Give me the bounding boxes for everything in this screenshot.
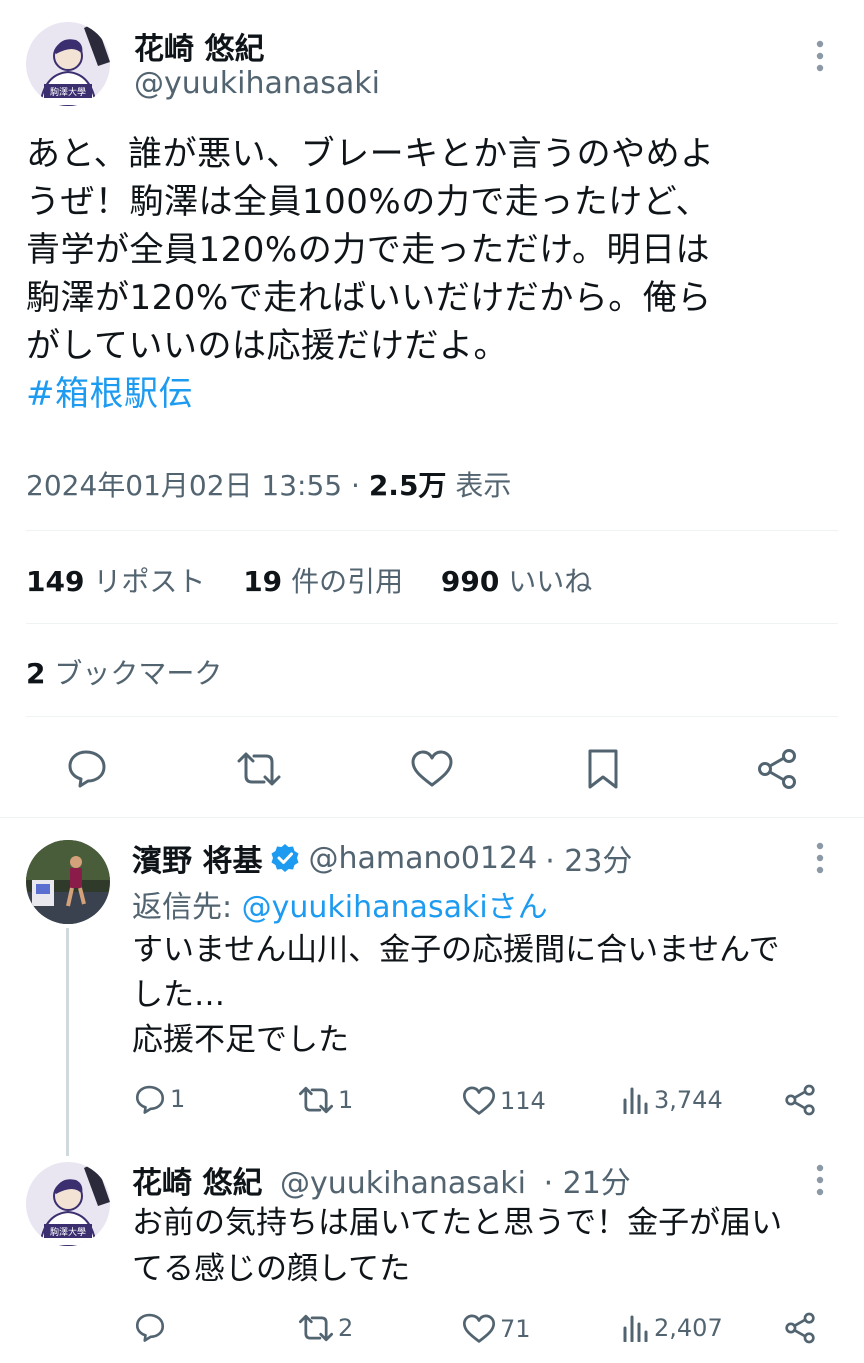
reply-to: 返信先: @yuukihanasakiさん — [132, 882, 548, 926]
tweet-text: あと、誰が悪い、ブレーキとか言うのやめよ うぜ！駒澤は全員100%の力で走ったけ… — [26, 130, 846, 418]
bookmarks-label: ブックマーク — [54, 657, 223, 690]
quotes-label: 件の引用 — [291, 565, 404, 598]
share-icon[interactable] — [784, 1084, 816, 1116]
share-icon[interactable] — [756, 748, 798, 790]
tweet-text-line: 駒澤が120%で走ればいいだけだから。俺ら — [26, 278, 712, 318]
svg-text:駒澤大學: 駒澤大學 — [50, 86, 86, 98]
divider — [26, 716, 838, 717]
more-options-icon[interactable] — [800, 36, 840, 76]
retweet-count: 2 — [338, 1314, 354, 1342]
likes-count: 990 — [440, 565, 500, 598]
reply-icon[interactable] — [66, 748, 108, 788]
likes-stat[interactable]: 990 いいね — [441, 565, 592, 598]
reply-to-label: 返信先: — [132, 890, 233, 925]
reply-text-line: お前の気持ちは届いてたと思うで！金子が届い — [132, 1205, 783, 1241]
views-count: 2.5万 — [368, 469, 447, 502]
reply-text: すいません山川、金子の応援間に合いませんで した… 応援不足でした — [132, 928, 852, 1063]
tweet-text-line: あと、誰が悪い、ブレーキとか言うのやめよ — [26, 134, 715, 174]
reply-text-line: 応援不足でした — [132, 1022, 349, 1058]
thread-line — [66, 928, 69, 1156]
views-count: 2,407 — [654, 1314, 723, 1342]
meta-separator: · — [351, 469, 360, 502]
bookmark-icon[interactable] — [586, 748, 620, 790]
retweets-stat[interactable]: 149 リポスト — [26, 565, 214, 598]
quotes-count: 19 — [243, 565, 283, 598]
timestamp[interactable]: 2024年01月02日 13:55 — [26, 469, 342, 502]
author-handle[interactable]: @yuukihanasaki — [134, 66, 380, 101]
like-icon[interactable] — [410, 750, 454, 788]
hashtag-link[interactable]: #箱根駅伝 — [26, 370, 846, 418]
avatar[interactable]: 駒澤大學 — [26, 22, 110, 106]
verified-badge-icon — [270, 843, 300, 873]
retweet-button[interactable]: 1 — [298, 1085, 353, 1115]
like-count: 71 — [500, 1315, 531, 1343]
retweet-icon — [298, 1313, 334, 1343]
retweet-icon — [298, 1085, 334, 1115]
quotes-stat[interactable]: 19 件の引用 — [243, 565, 412, 598]
views-icon — [622, 1086, 650, 1114]
more-options-icon[interactable] — [800, 838, 840, 878]
retweet-count: 1 — [338, 1086, 354, 1114]
reply-button[interactable] — [134, 1312, 170, 1342]
tweet-meta: 2024年01月02日 13:55 · 2.5万 表示 — [26, 464, 511, 504]
divider — [0, 817, 864, 818]
reply-text-line: すいません山川、金子の応援間に合いませんで — [132, 932, 780, 968]
more-options-icon[interactable] — [800, 1160, 840, 1200]
author-name[interactable]: 濱野 将基 — [132, 836, 262, 880]
svg-text:駒澤大學: 駒澤大學 — [50, 1226, 86, 1238]
tweet-text-line: うぜ！駒澤は全員100%の力で走ったけど、 — [26, 182, 711, 222]
reply-to-handle[interactable]: @yuukihanasakiさん — [242, 890, 548, 925]
reply-count: 1 — [170, 1085, 186, 1113]
divider — [26, 623, 838, 624]
views-count: 3,744 — [654, 1086, 723, 1114]
like-count: 114 — [500, 1087, 546, 1115]
bookmarks-stat[interactable]: 2 ブックマーク — [26, 652, 222, 692]
author-name[interactable]: 花崎 悠紀 — [132, 1166, 262, 1201]
reply-time[interactable]: · 23分 — [545, 836, 632, 880]
retweets-count: 149 — [26, 565, 85, 598]
tweet-text-line: 青学が全員120%の力で走っただけ。明日は — [26, 230, 711, 270]
author-handle[interactable]: @hamano0124 — [308, 841, 537, 876]
avatar[interactable] — [26, 840, 110, 924]
reply-time[interactable]: · 21分 — [544, 1166, 631, 1201]
bookmarks-count: 2 — [26, 657, 46, 690]
reply-button[interactable]: 1 — [134, 1084, 185, 1114]
retweets-label: リポスト — [93, 565, 206, 598]
author-name[interactable]: 花崎 悠紀 — [134, 24, 264, 68]
views-button[interactable]: 2,407 — [622, 1314, 723, 1342]
reply-header: 濱野 将基 @hamano0124 · 23分 — [132, 836, 632, 880]
avatar[interactable]: 駒澤大學 — [26, 1162, 110, 1246]
retweet-button[interactable]: 2 — [298, 1313, 353, 1343]
like-icon — [462, 1314, 496, 1344]
author-handle[interactable]: @yuukihanasaki — [280, 1166, 526, 1201]
reply-header: 花崎 悠紀 @yuukihanasaki · 21分 — [132, 1158, 631, 1202]
reply-icon — [134, 1084, 166, 1114]
retweet-icon[interactable] — [236, 750, 282, 788]
engagement-stats: 149 リポスト 19 件の引用 990 いいね — [26, 560, 592, 600]
reply-icon — [134, 1312, 166, 1342]
reply-text-line: した… — [132, 977, 225, 1013]
likes-label: いいね — [508, 565, 593, 598]
like-icon — [462, 1086, 496, 1116]
share-icon[interactable] — [784, 1312, 816, 1344]
tweet-text-line: がしていいのは応援だけだよ。 — [26, 326, 508, 366]
views-label: 表示 — [455, 469, 512, 502]
views-icon — [622, 1314, 650, 1342]
like-button[interactable]: 114 — [462, 1086, 546, 1116]
reply-text: お前の気持ちは届いてたと思うで！金子が届い てる感じの顔してた — [132, 1200, 852, 1292]
views-button[interactable]: 3,744 — [622, 1086, 723, 1114]
like-button[interactable]: 71 — [462, 1314, 531, 1344]
reply-text-line: てる感じの顔してた — [132, 1251, 411, 1287]
divider — [26, 530, 838, 531]
